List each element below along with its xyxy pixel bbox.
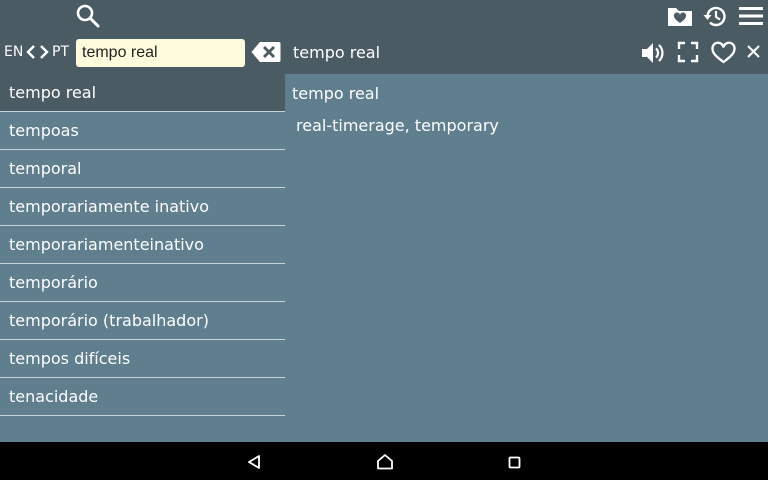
nav-back-icon[interactable] (246, 454, 262, 470)
chevron-left-icon[interactable] (25, 43, 37, 61)
source-language[interactable]: EN (4, 44, 23, 60)
header-word: tempo real (293, 43, 381, 62)
results-list: tempo real tempoas temporal temporariame… (0, 74, 285, 442)
list-item[interactable]: temporário (0, 264, 285, 302)
list-item[interactable]: temporal (0, 150, 285, 188)
search-input[interactable] (76, 39, 245, 67)
search-icon[interactable] (75, 3, 101, 29)
hamburger-menu-icon[interactable] (738, 5, 764, 27)
backspace-clear-icon[interactable] (251, 41, 281, 63)
history-icon[interactable] (702, 3, 729, 30)
list-item[interactable]: temporariamenteinativo (0, 226, 285, 264)
speaker-icon[interactable] (640, 40, 666, 66)
nav-home-icon[interactable] (376, 453, 394, 470)
chevron-right-icon[interactable] (38, 43, 50, 61)
target-language[interactable]: PT (52, 44, 69, 60)
heart-folder-icon[interactable] (666, 4, 694, 28)
list-item[interactable]: tempos difíceis (0, 340, 285, 378)
detail-definition: real-timerage, temporary (296, 116, 499, 135)
detail-word: tempo real (292, 84, 380, 103)
heart-outline-icon[interactable] (710, 40, 737, 65)
list-item[interactable]: tempoas (0, 112, 285, 150)
nav-recents-icon[interactable] (508, 456, 521, 469)
list-item[interactable]: temporário (trabalhador) (0, 302, 285, 340)
close-icon[interactable] (746, 44, 761, 59)
list-item[interactable]: tenacidade (0, 378, 285, 416)
list-item[interactable]: tempo real (0, 74, 285, 112)
list-item[interactable]: temporariamente inativo (0, 188, 285, 226)
fullscreen-icon[interactable] (677, 41, 699, 63)
